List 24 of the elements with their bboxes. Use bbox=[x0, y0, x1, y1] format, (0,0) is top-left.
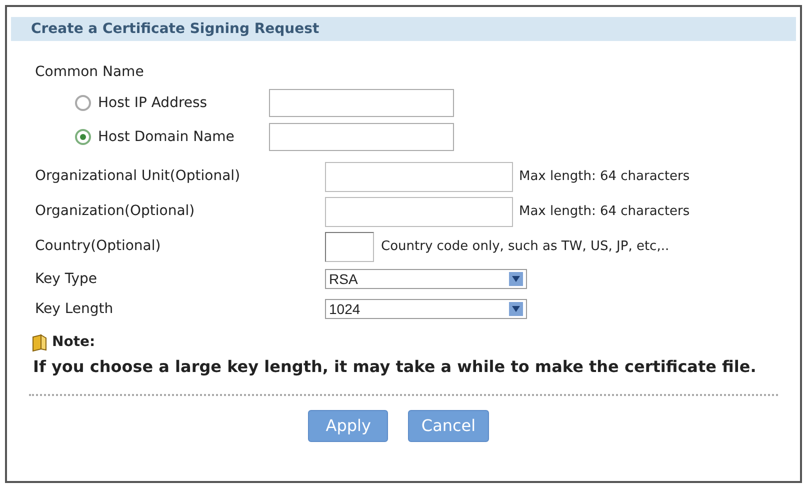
note-title: Note: bbox=[52, 333, 96, 352]
field-label: Organizational Unit(Optional) bbox=[35, 167, 242, 186]
field-label: Country(Optional) bbox=[35, 237, 162, 256]
input-field[interactable] bbox=[325, 162, 513, 192]
field-label: Key Type bbox=[35, 270, 98, 288]
note-text: If you choose a large key length, it may take a while to make the certificate file. bbox=[33, 357, 758, 376]
dropdown[interactable]: RSA bbox=[325, 269, 527, 289]
hint-text: Country code only, such as TW, US, JP, etc,.. bbox=[381, 238, 670, 256]
field-label: Key Length bbox=[35, 300, 114, 318]
radio-label: Host IP Address bbox=[98, 94, 208, 112]
hint-text: Max length: 64 characters bbox=[519, 202, 690, 221]
radio-button[interactable] bbox=[75, 95, 91, 111]
field-label: Organization(Optional) bbox=[35, 202, 196, 221]
field-label: Common Name bbox=[35, 63, 145, 82]
input-field[interactable] bbox=[325, 232, 374, 262]
radio-button[interactable] bbox=[75, 129, 91, 145]
input-field[interactable] bbox=[269, 89, 454, 117]
hint-text: Max length: 64 characters bbox=[519, 168, 690, 186]
input-field[interactable] bbox=[269, 123, 454, 151]
note-icon bbox=[31, 334, 49, 352]
dropdown[interactable]: 1024 bbox=[325, 299, 527, 319]
radio-label: Host Domain Name bbox=[98, 128, 236, 146]
panel-title: Create a Certificate Signing Request bbox=[11, 17, 796, 41]
input-field[interactable] bbox=[325, 196, 513, 226]
